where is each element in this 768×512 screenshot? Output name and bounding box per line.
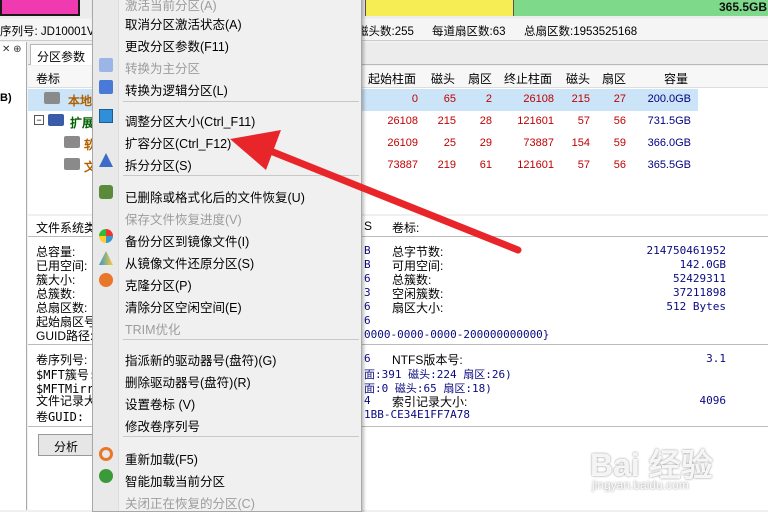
annotation-arrow — [230, 130, 522, 254]
baidu-watermark-url: jingyan.baidu.com — [592, 478, 689, 492]
